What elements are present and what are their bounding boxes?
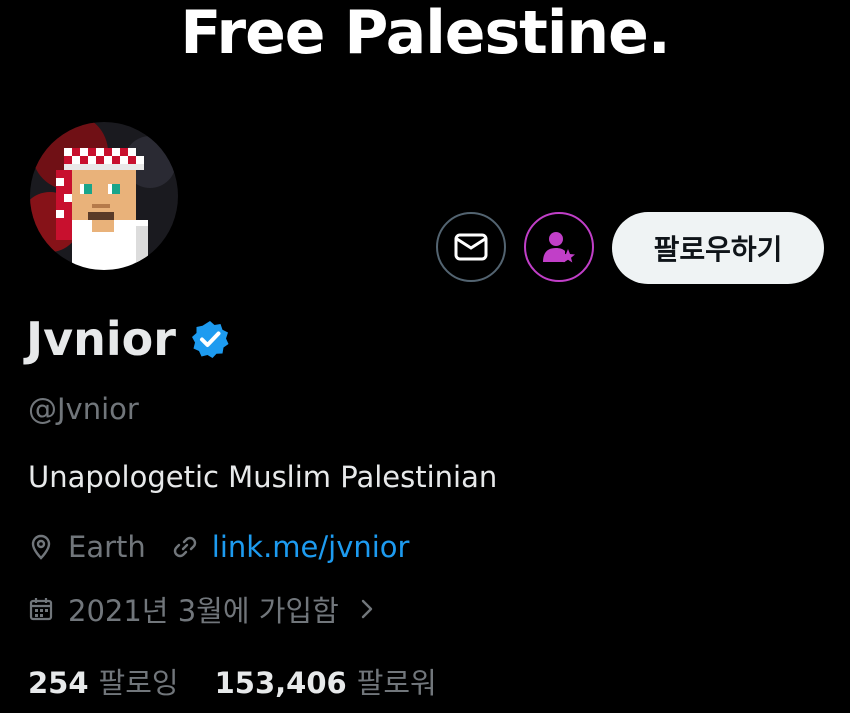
calendar-icon: [29, 598, 53, 621]
following-label: 팔로잉: [98, 666, 179, 700]
verified-badge-icon[interactable]: [190, 319, 230, 359]
username-handle: @Jvnior: [28, 392, 139, 426]
joined-date-row[interactable]: 2021년 3월에 가입함: [28, 588, 377, 630]
banner-text: Free Palestine.: [180, 0, 670, 68]
following-count: 254: [28, 666, 89, 700]
link-icon: [173, 536, 196, 558]
subscribe-button[interactable]: [524, 212, 594, 282]
follow-button[interactable]: 팔로우하기: [612, 212, 824, 284]
joined-date-text: 2021년 3월에 가입함: [68, 594, 339, 628]
message-button[interactable]: [436, 212, 506, 282]
envelope-icon: [454, 233, 488, 261]
profile-bio: Unapologetic Muslim Palestinian: [28, 460, 498, 494]
person-star-icon: [543, 232, 575, 263]
location-text: Earth: [68, 530, 146, 564]
followers-label: 팔로워: [356, 666, 437, 700]
follow-stats: 254 팔로잉 153,406 팔로워: [28, 660, 437, 702]
followers-count: 153,406: [214, 666, 347, 700]
chevron-right-icon: [361, 599, 372, 619]
display-name-row: Jvnior: [26, 312, 230, 366]
followers-stat[interactable]: 153,406 팔로워: [215, 660, 437, 702]
profile-meta-row: Earth link.me/jvnior: [28, 530, 409, 564]
location-pin-icon: [31, 534, 51, 560]
display-name: Jvnior: [26, 312, 176, 366]
website-link[interactable]: link.me/jvnior: [212, 530, 410, 564]
profile-banner[interactable]: Free Palestine.: [0, 0, 850, 100]
following-stat[interactable]: 254 팔로잉: [28, 660, 179, 702]
profile-actions: 팔로우하기: [0, 212, 850, 286]
